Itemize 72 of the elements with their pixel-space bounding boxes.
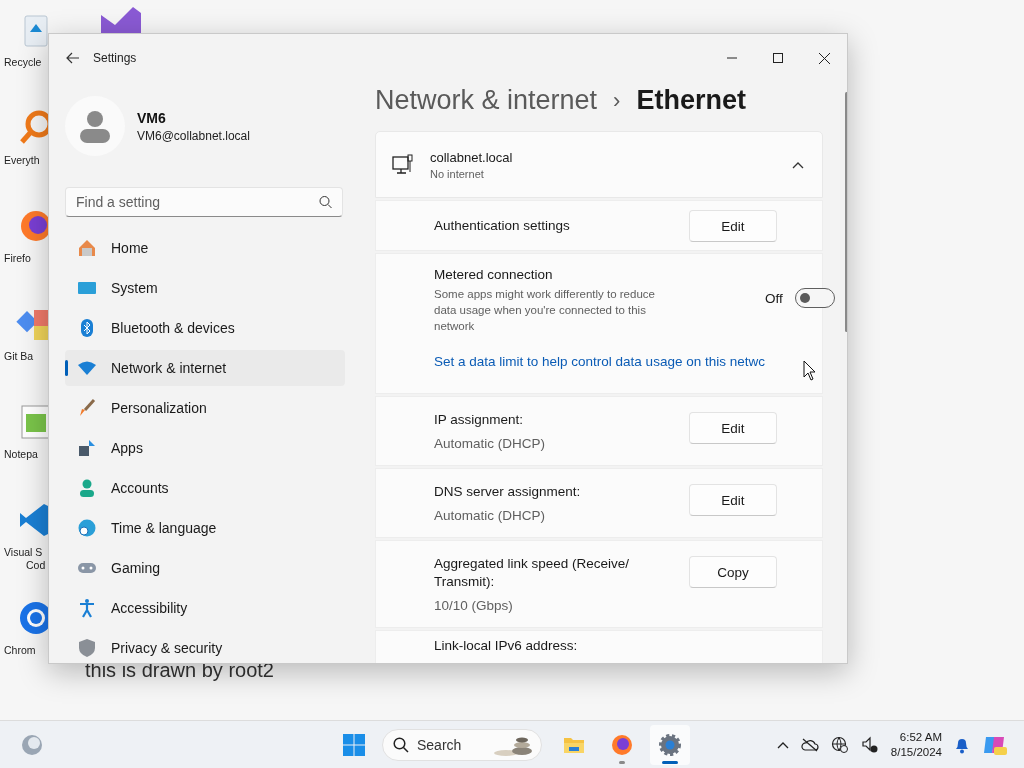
mouse-pointer-icon bbox=[803, 360, 817, 382]
edit-button[interactable]: Edit bbox=[689, 210, 777, 242]
setting-label: Authentication settings bbox=[434, 217, 570, 235]
user-name: VM6 bbox=[137, 109, 167, 126]
accessibility-icon bbox=[77, 598, 97, 618]
connection-name: collabnet.local bbox=[430, 149, 514, 165]
data-limit-link[interactable]: Set a data limit to help control data usage on this netwc bbox=[434, 354, 765, 369]
setting-label: Aggregated link speed (Receive/ Transmit): bbox=[434, 555, 631, 591]
clock[interactable]: 6:52 AM 8/15/2024 bbox=[890, 729, 942, 760]
shield-icon bbox=[77, 638, 97, 658]
person-icon bbox=[77, 478, 97, 498]
desktop-icon-label[interactable]: Everyth bbox=[4, 154, 40, 167]
chevron-icon bbox=[792, 160, 804, 169]
desktop-icon-label[interactable]: Visual S bbox=[4, 546, 43, 559]
edit-button[interactable]: Edit bbox=[689, 484, 777, 516]
setting-value: 10/10 (Gbps) bbox=[434, 598, 514, 613]
nav-item[interactable]: Apps bbox=[65, 430, 345, 466]
breadcrumb-link[interactable]: Network & internet bbox=[375, 85, 598, 116]
nav-item[interactable]: Personalization bbox=[65, 390, 345, 426]
connection-status: No internet bbox=[430, 167, 485, 180]
taskbar-app-button[interactable] bbox=[650, 724, 690, 765]
cloud-off-icon[interactable] bbox=[800, 737, 819, 752]
desktop-icon-label[interactable]: Firefo bbox=[4, 252, 31, 265]
windows-logo-icon bbox=[342, 732, 366, 757]
edit-button[interactable]: Edit bbox=[689, 412, 777, 444]
nav-item[interactable]: Gaming bbox=[65, 550, 345, 586]
desktop-icon-label[interactable]: Recycle bbox=[4, 56, 42, 69]
home-icon bbox=[77, 238, 97, 258]
setting-value: Automatic (DHCP) bbox=[434, 436, 546, 451]
nav-item[interactable]: Network & internet bbox=[65, 350, 345, 386]
desktop-icon-label[interactable]: Cod bbox=[4, 559, 46, 572]
taskbar-search-field[interactable]: Search bbox=[382, 728, 542, 761]
nav-item[interactable]: Accessibility bbox=[65, 590, 345, 626]
page-title: Ethernet bbox=[636, 85, 746, 116]
toggle-state-label: Off bbox=[764, 290, 783, 306]
brush-icon bbox=[77, 398, 97, 418]
globe-icon[interactable] bbox=[830, 735, 849, 754]
search-icon bbox=[393, 736, 409, 753]
ethernet-monitor-icon bbox=[392, 153, 414, 176]
nav-item[interactable]: Bluetooth & devices bbox=[65, 310, 345, 346]
desktop-icon-label[interactable]: Git Ba bbox=[4, 350, 34, 363]
setting-label: DNS server assignment: bbox=[434, 483, 581, 501]
firefox-icon bbox=[610, 732, 634, 757]
setting-label: IP assignment: bbox=[434, 411, 525, 429]
avatar-icon[interactable] bbox=[65, 96, 125, 156]
nav-item[interactable]: Accounts bbox=[65, 470, 345, 506]
apps-icon bbox=[77, 438, 97, 458]
gear-icon bbox=[658, 732, 682, 757]
settings-search-field[interactable]: Find a setting bbox=[65, 187, 343, 217]
globe-clock-icon bbox=[77, 518, 97, 538]
nav-item[interactable]: System bbox=[65, 270, 345, 306]
desktop-icon-label[interactable]: Chrom bbox=[4, 644, 36, 657]
connection-header[interactable]: collabnet.local No internet bbox=[375, 131, 823, 198]
copy-button[interactable]: Copy bbox=[689, 556, 777, 588]
maximize-icon bbox=[773, 53, 783, 63]
chevron-up-icon[interactable] bbox=[776, 740, 789, 749]
close-icon bbox=[818, 52, 830, 64]
nav-item[interactable]: Time & language bbox=[65, 510, 345, 546]
setting-label: Metered connection bbox=[434, 266, 554, 284]
setting-value: Automatic (DHCP) bbox=[434, 508, 547, 523]
window-title: Settings bbox=[93, 51, 137, 65]
breadcrumb-separator: › bbox=[613, 87, 621, 114]
desktop-icon-label[interactable]: Notepa bbox=[4, 448, 38, 461]
user-email: VM6@collabnet.local bbox=[137, 128, 250, 143]
speaker-muted-icon[interactable] bbox=[860, 735, 879, 754]
setting-description: Some apps might work differently to reduce data usage when you're connected to this network bbox=[434, 287, 656, 334]
nav-item[interactable]: Privacy & security bbox=[65, 630, 345, 663]
back-arrow-icon[interactable] bbox=[65, 50, 81, 66]
search-icon bbox=[319, 195, 332, 209]
toggle-switch[interactable] bbox=[794, 288, 835, 308]
setting-label: Link-local IPv6 address: bbox=[434, 637, 578, 655]
nav-item[interactable]: Home bbox=[65, 230, 345, 266]
